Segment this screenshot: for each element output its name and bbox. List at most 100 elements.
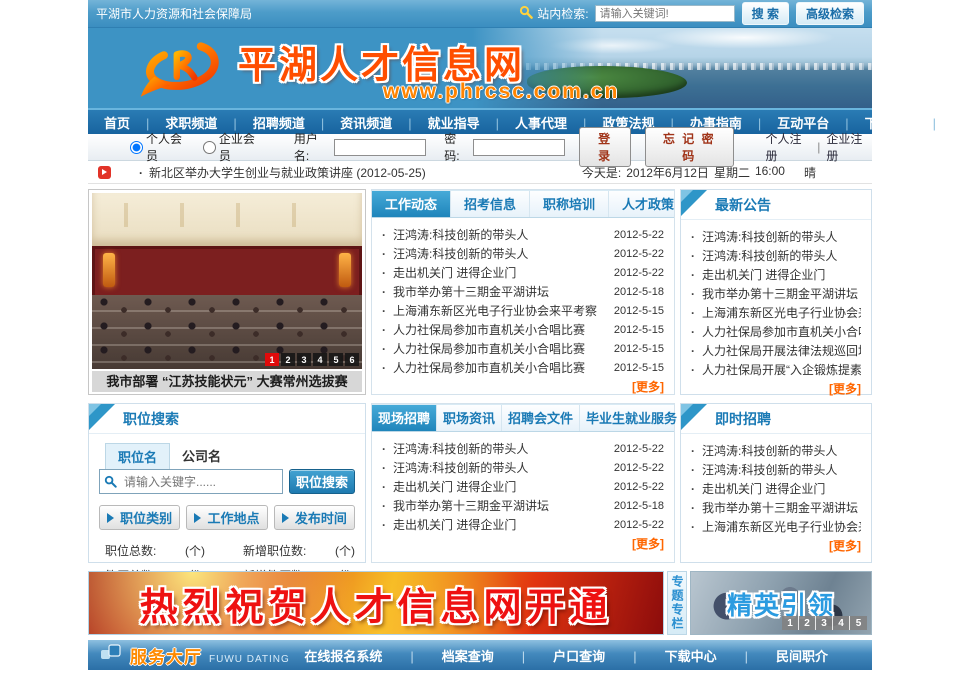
news-item[interactable]: 人力社保局参加市直机关小合唱比赛2012-5-15 (382, 320, 664, 339)
tab-exam-info[interactable]: 招考信息 (451, 191, 530, 217)
nav-sitemap[interactable]: 网站地图 (925, 113, 960, 132)
company-register-link[interactable]: 企业注册 (826, 130, 872, 164)
password-field[interactable] (473, 139, 565, 156)
keyword-input[interactable] (99, 469, 283, 494)
link-download-center[interactable]: 下载中心 (619, 646, 730, 665)
elite-page-2[interactable]: 2 (799, 616, 816, 630)
personal-member-radio-input[interactable] (130, 141, 143, 154)
nav-news-channel[interactable]: 资讯频道 (313, 113, 400, 132)
tab-work-dynamics[interactable]: 工作动态 (372, 191, 451, 217)
login-button[interactable]: 登 录 (579, 127, 631, 167)
tab-jobfair-docs[interactable]: 招聘会文件 (502, 405, 580, 431)
news-item[interactable]: 汪鸿涛:科技创新的带头人2012-5-22 (382, 244, 664, 263)
announce-item[interactable]: 上海浦东新区光电子行业协会来平考 (691, 303, 861, 322)
ticker-news-link[interactable]: 新北区举办大学生创业与就业政策讲座 (2012-05-25) (139, 164, 426, 181)
tab-onsite-recruit[interactable]: 现场招聘 (372, 405, 437, 431)
celebration-banner[interactable]: 热烈祝贺人才信息网开通 (88, 571, 664, 635)
instant-item[interactable]: 上海浦东新区光电子行业协会来平考 (691, 517, 861, 536)
instant-item[interactable]: 汪鸿涛:科技创新的带头人 (691, 441, 861, 460)
company-member-radio-input[interactable] (203, 141, 216, 154)
news-item[interactable]: 汪鸿涛:科技创新的带头人2012-5-22 (382, 439, 664, 458)
filter-category-button[interactable]: 职位类别 (99, 505, 180, 530)
more-link[interactable]: [更多] (372, 377, 674, 399)
job-search-button[interactable]: 职位搜索 (289, 469, 355, 494)
news-item[interactable]: 走出机关门 进得企业门2012-5-22 (382, 515, 664, 534)
slide-page-4[interactable]: 4 (313, 353, 327, 366)
more-link[interactable]: [更多] (681, 536, 871, 558)
elite-banner[interactable]: 精英引领 1 2 3 4 5 (690, 571, 872, 635)
more-link[interactable]: [更多] (372, 534, 674, 556)
nav-jobseeker-channel[interactable]: 求职频道 (138, 113, 225, 132)
tab-title-training[interactable]: 职称培训 (530, 191, 609, 217)
link-private-agency[interactable]: 民间职介 (731, 646, 842, 665)
news-item[interactable]: 人力社保局参加市直机关小合唱比赛2012-5-15 (382, 339, 664, 358)
announce-item[interactable]: 人力社保局开展“入企锻炼提素质” (691, 360, 861, 379)
instant-item[interactable]: 我市举办第十三期金平湖讲坛 (691, 498, 861, 517)
nav-download-center[interactable]: 下载中心 (837, 113, 924, 132)
nav-home[interactable]: 首页 (96, 113, 138, 132)
site-search-button[interactable]: 搜 索 (742, 2, 789, 25)
news-item[interactable]: 汪鸿涛:科技创新的带头人2012-5-22 (382, 225, 664, 244)
personal-register-link[interactable]: 个人注册 (766, 130, 812, 164)
announce-item[interactable]: 人力社保局开展法律法规巡回培训 (691, 341, 861, 360)
slide-page-5[interactable]: 5 (329, 353, 343, 366)
login-bar: 个人会员 企业会员 用户名: 密码: 登 录 忘 记 密 码 个人注册 | 企业… (88, 134, 872, 161)
news-item[interactable]: 上海浦东新区光电子行业协会来平考察2012-5-15 (382, 301, 664, 320)
slide-page-6[interactable]: 6 (345, 353, 359, 366)
tab-talent-policy[interactable]: 人才政策 (609, 191, 688, 217)
site-logo-icon[interactable] (140, 36, 228, 105)
instant-item[interactable]: 走出机关门 进得企业门 (691, 479, 861, 498)
announce-item[interactable]: 汪鸿涛:科技创新的带头人 (691, 246, 861, 265)
nav-interactive-platform[interactable]: 互动平台 (750, 113, 837, 132)
link-archive-query[interactable]: 档案查询 (396, 646, 507, 665)
elite-page-5[interactable]: 5 (850, 616, 867, 630)
tab-graduate-services[interactable]: 毕业生就业服务 (580, 405, 684, 431)
news-item[interactable]: 人力社保局参加市直机关小合唱比赛2012-5-15 (382, 358, 664, 377)
filter-location-label: 工作地点 (207, 508, 259, 527)
advanced-search-button[interactable]: 高级检索 (796, 2, 864, 25)
nav-hr-agency[interactable]: 人事代理 (488, 113, 575, 132)
announce-item[interactable]: 人力社保局参加市直机关小合唱比赛 (691, 322, 861, 341)
forgot-password-button[interactable]: 忘 记 密 码 (645, 127, 734, 167)
news-item[interactable]: 走出机关门 进得企业门2012-5-22 (382, 477, 664, 496)
elite-page-4[interactable]: 4 (833, 616, 850, 630)
more-link[interactable]: [更多] (681, 379, 871, 401)
company-member-radio[interactable]: 企业会员 (203, 130, 264, 164)
photo-slideshow[interactable]: 第一届“江苏技能状元”大赛常州选拔赛动员会扩大会议 1 2 3 4 5 6 我市… (88, 189, 366, 395)
filter-date-button[interactable]: 发布时间 (274, 505, 355, 530)
personal-member-radio[interactable]: 个人会员 (130, 130, 191, 164)
username-field[interactable] (334, 139, 426, 156)
news-item[interactable]: 汪鸿涛:科技创新的带头人2012-5-22 (382, 458, 664, 477)
org-name: 平湖市人力资源和社会保障局 (96, 5, 519, 22)
service-hall-subtitle: FUWU DATING (209, 654, 290, 665)
news-item-title: 汪鸿涛:科技创新的带头人 (393, 245, 608, 262)
site-url[interactable]: www.phrcsc.com.cn (383, 80, 619, 104)
link-hukou-query[interactable]: 户口查询 (508, 646, 619, 665)
link-online-registration[interactable]: 在线报名系统 (290, 646, 396, 665)
elite-page-1[interactable]: 1 (782, 616, 799, 630)
slide-page-3[interactable]: 3 (297, 353, 311, 366)
instant-item[interactable]: 汪鸿涛:科技创新的带头人 (691, 460, 861, 479)
conference-photo[interactable]: 第一届“江苏技能状元”大赛常州选拔赛动员会扩大会议 1 2 3 4 5 6 (92, 193, 362, 369)
instant-item-title: 我市举办第十三期金平湖讲坛 (702, 499, 861, 516)
elite-page-3[interactable]: 3 (816, 616, 833, 630)
photo-caption-link[interactable]: 我市部署 “江苏技能状元” 大赛常州选拔赛 (92, 371, 362, 392)
instant-item-title: 汪鸿涛:科技创新的带头人 (702, 461, 861, 478)
slide-page-2[interactable]: 2 (281, 353, 295, 366)
slide-page-1[interactable]: 1 (265, 353, 279, 366)
news-item[interactable]: 我市举办第十三期金平湖讲坛2012-5-18 (382, 496, 664, 515)
tab-position-name[interactable]: 职位名 (105, 443, 170, 469)
site-search-input[interactable] (595, 5, 735, 22)
announce-item[interactable]: 我市举办第十三期金平湖讲坛 (691, 284, 861, 303)
news-item[interactable]: 我市举办第十三期金平湖讲坛2012-5-18 (382, 282, 664, 301)
announce-item[interactable]: 走出机关门 进得企业门 (691, 265, 861, 284)
filter-location-button[interactable]: 工作地点 (186, 505, 267, 530)
news-item[interactable]: 走出机关门 进得企业门2012-5-22 (382, 263, 664, 282)
tab-career-info[interactable]: 职场资讯 (437, 405, 502, 431)
nav-employment-guide[interactable]: 就业指导 (400, 113, 487, 132)
corner-ribbon-icon (681, 190, 707, 216)
tab-company-name[interactable]: 公司名 (170, 443, 233, 469)
announce-item[interactable]: 汪鸿涛:科技创新的带头人 (691, 227, 861, 246)
special-column-strip[interactable]: 专题专栏 (667, 571, 687, 635)
nav-recruit-channel[interactable]: 招聘频道 (225, 113, 312, 132)
